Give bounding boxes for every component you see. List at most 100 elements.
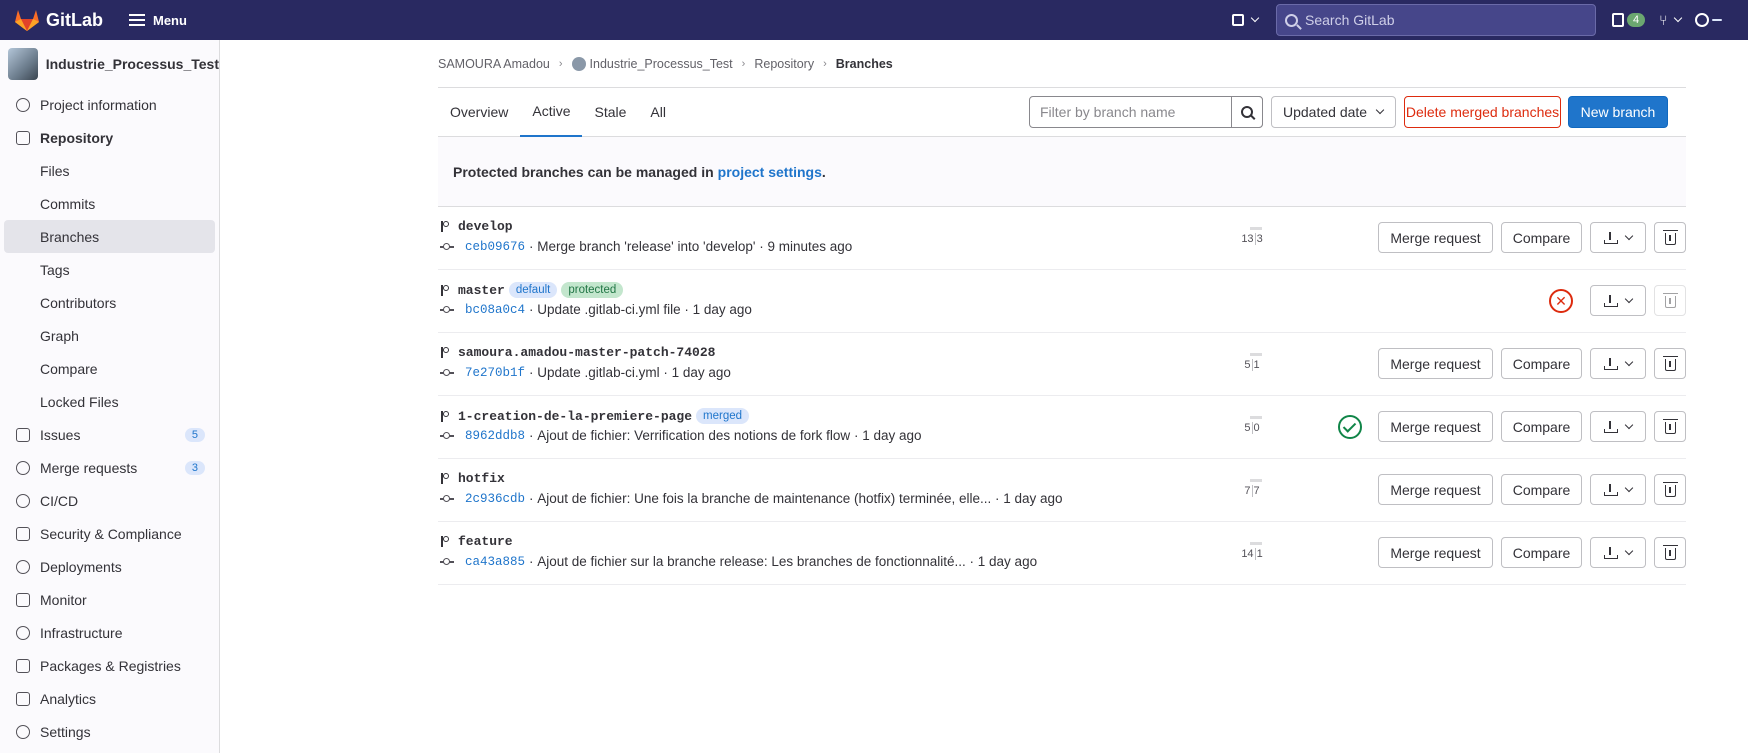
download-dropdown-button[interactable]	[1590, 348, 1646, 379]
branch-name[interactable]: 1-creation-de-la-premiere-page	[458, 409, 692, 424]
divergence-bar	[1250, 416, 1262, 419]
delete-branch-button[interactable]	[1654, 285, 1686, 316]
sidebar-item-commits[interactable]: Commits	[0, 187, 219, 220]
menu-button[interactable]: Menu	[129, 13, 187, 28]
commit-sha[interactable]: ca43a885	[465, 555, 525, 569]
sidebar-item-compare[interactable]: Compare	[0, 352, 219, 385]
download-dropdown-button[interactable]	[1590, 474, 1646, 505]
tab-stale[interactable]: Stale	[582, 88, 638, 137]
download-dropdown-button[interactable]	[1590, 285, 1646, 316]
pipeline-failed-icon[interactable]: ✕	[1549, 289, 1573, 313]
sidebar-item-tags[interactable]: Tags	[0, 253, 219, 286]
branch-name[interactable]: samoura.amadou-master-patch-74028	[458, 345, 715, 360]
compare-button[interactable]: Compare	[1501, 474, 1582, 505]
commit-sha[interactable]: 8962ddb8	[465, 429, 525, 443]
delete-branch-button[interactable]	[1654, 474, 1686, 505]
breadcrumb-current[interactable]: Branches	[836, 57, 893, 71]
commit-sha[interactable]: bc08a0c4	[465, 303, 525, 317]
merge-requests-top-button[interactable]: ⑂	[1659, 12, 1682, 28]
merge-request-button[interactable]: Merge request	[1378, 348, 1493, 379]
shield-icon	[16, 526, 30, 541]
behind-count: 13	[1241, 233, 1254, 245]
package-icon	[16, 658, 30, 673]
deployments-icon	[16, 559, 30, 574]
sidebar-item-locked-files[interactable]: Locked Files	[0, 385, 219, 418]
download-dropdown-button[interactable]	[1590, 411, 1646, 442]
sidebar-item-infrastructure[interactable]: Infrastructure	[0, 616, 219, 649]
commit-sha[interactable]: 2c936cdb	[465, 492, 525, 506]
sidebar-item-security[interactable]: Security & Compliance	[0, 517, 219, 550]
delete-branch-button[interactable]	[1654, 411, 1686, 442]
commit-icon	[440, 431, 454, 440]
tab-active[interactable]: Active	[520, 88, 583, 137]
issues-top-button[interactable]: 4	[1612, 13, 1646, 27]
commit-message[interactable]: Update .gitlab-ci.yml file	[537, 302, 680, 317]
divergence-bar	[1250, 353, 1262, 356]
project-settings-link[interactable]: project settings	[718, 164, 822, 180]
commit-message[interactable]: Ajout de fichier: Verrification des noti…	[537, 428, 850, 443]
branch-filter-input[interactable]: Filter by branch name	[1029, 96, 1263, 128]
sidebar-item-graph[interactable]: Graph	[0, 319, 219, 352]
commit-message[interactable]: Ajout de fichier sur la branche release:…	[537, 554, 966, 569]
sidebar-item-monitor[interactable]: Monitor	[0, 583, 219, 616]
pipeline-passed-icon[interactable]	[1338, 415, 1362, 439]
branch-name[interactable]: master	[458, 283, 505, 298]
new-dropdown-button[interactable]	[1232, 13, 1260, 26]
sidebar-item-merge-requests[interactable]: Merge requests 3	[0, 451, 219, 484]
sidebar-item-project-information[interactable]: Project information	[0, 88, 219, 121]
sidebar-item-issues[interactable]: Issues 5	[0, 418, 219, 451]
compare-button[interactable]: Compare	[1501, 537, 1582, 568]
sidebar-item-repository[interactable]: Repository	[0, 121, 219, 154]
commit-message[interactable]: Ajout de fichier: Une fois la branche de…	[537, 491, 991, 506]
commit-message[interactable]: Update .gitlab-ci.yml	[537, 365, 659, 380]
delete-branch-button[interactable]	[1654, 537, 1686, 568]
sidebar-item-settings[interactable]: Settings	[0, 715, 219, 748]
gitlab-logo[interactable]: GitLab	[14, 8, 103, 32]
sidebar-item-analytics[interactable]: Analytics	[0, 682, 219, 715]
download-dropdown-button[interactable]	[1590, 537, 1646, 568]
delete-branch-button[interactable]	[1654, 222, 1686, 253]
sidebar-item-deployments[interactable]: Deployments	[0, 550, 219, 583]
compare-button[interactable]: Compare	[1501, 348, 1582, 379]
breadcrumb-project[interactable]: Industrie_Processus_Test	[590, 57, 733, 71]
merge-request-button[interactable]: Merge request	[1378, 474, 1493, 505]
todos-top-button[interactable]	[1694, 13, 1722, 27]
branch-icon	[440, 284, 449, 296]
project-header[interactable]: Industrie_Processus_Test	[0, 40, 219, 88]
branch-name[interactable]: feature	[458, 534, 513, 549]
filter-search-button[interactable]	[1231, 96, 1263, 128]
tab-overview[interactable]: Overview	[438, 88, 520, 137]
merge-request-button[interactable]: Merge request	[1378, 222, 1493, 253]
merge-request-button[interactable]: Merge request	[1378, 411, 1493, 442]
new-branch-button[interactable]: New branch	[1568, 96, 1668, 128]
delete-merged-branches-button[interactable]: Delete merged branches	[1404, 96, 1561, 128]
sidebar-item-branches[interactable]: Branches	[4, 220, 215, 253]
search-input[interactable]: Search GitLab	[1276, 4, 1596, 36]
download-dropdown-button[interactable]	[1590, 222, 1646, 253]
chevron-right-icon: ›	[823, 57, 827, 70]
commit-message[interactable]: Merge branch 'release' into 'develop'	[537, 239, 755, 254]
sidebar-item-label: Analytics	[40, 690, 97, 707]
breadcrumb-user[interactable]: SAMOURA Amadou	[438, 57, 550, 71]
merge-request-button[interactable]: Merge request	[1378, 537, 1493, 568]
breadcrumb-repository[interactable]: Repository	[754, 57, 814, 71]
compare-button[interactable]: Compare	[1501, 411, 1582, 442]
branch-name[interactable]: hotfix	[458, 471, 505, 486]
commit-sha[interactable]: ceb09676	[465, 240, 525, 254]
sidebar-item-packages[interactable]: Packages & Registries	[0, 649, 219, 682]
menu-label: Menu	[153, 12, 187, 28]
sort-dropdown[interactable]: Updated date	[1271, 96, 1396, 128]
sidebar-item-label: Infrastructure	[40, 624, 123, 641]
sidebar-item-contributors[interactable]: Contributors	[0, 286, 219, 319]
sidebar-item-label: Issues	[40, 426, 81, 443]
main-content: SAMOURA Amadou › Industrie_Processus_Tes…	[438, 40, 1686, 585]
delete-branch-button[interactable]	[1654, 348, 1686, 379]
commit-sha[interactable]: 7e270b1f	[465, 366, 525, 380]
compare-button[interactable]: Compare	[1501, 222, 1582, 253]
sidebar-item-cicd[interactable]: CI/CD	[0, 484, 219, 517]
commit-time: 1 day ago	[1003, 491, 1063, 506]
sidebar-item-files[interactable]: Files	[0, 154, 219, 187]
tab-all[interactable]: All	[638, 88, 678, 137]
trash-icon	[1662, 418, 1678, 434]
branch-name[interactable]: develop	[458, 219, 513, 234]
